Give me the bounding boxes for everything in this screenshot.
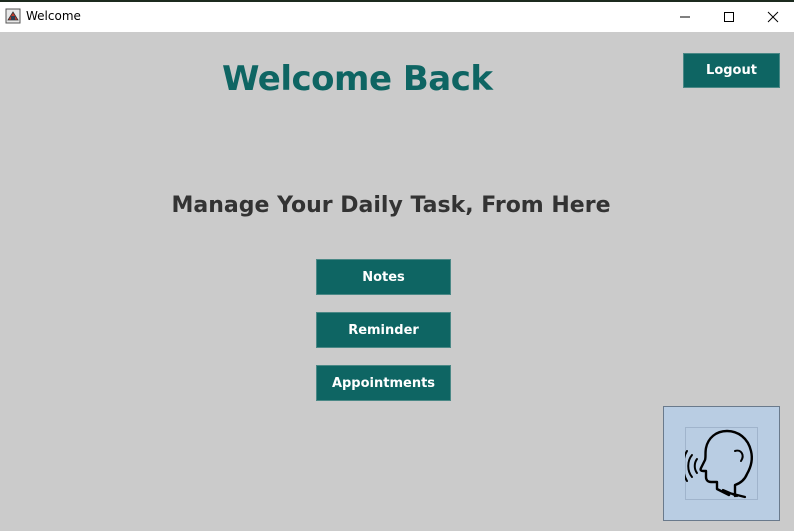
voice-assistant-button[interactable]: [663, 406, 780, 521]
window-title: Welcome: [26, 9, 81, 23]
main-panel: Welcome Back Logout Manage Your Daily Ta…: [0, 32, 794, 531]
title-bar[interactable]: Welcome: [0, 2, 794, 32]
page-subtitle: Manage Your Daily Task, From Here: [171, 193, 611, 218]
maximize-button[interactable]: [706, 2, 752, 32]
maximize-icon: [724, 12, 734, 22]
speaking-head-icon: [685, 427, 758, 500]
java-app-icon: [5, 8, 21, 24]
notes-button[interactable]: Notes: [316, 259, 451, 295]
app-window: Welcome Welcome Back Logout Manage Your …: [0, 0, 794, 531]
appointments-button[interactable]: Appointments: [316, 365, 451, 401]
close-button[interactable]: [750, 2, 794, 32]
close-icon: [767, 11, 779, 23]
minimize-icon: [680, 16, 690, 18]
reminder-button[interactable]: Reminder: [316, 312, 451, 348]
logout-button[interactable]: Logout: [683, 53, 780, 88]
page-title: Welcome Back: [222, 59, 493, 99]
minimize-button[interactable]: [662, 2, 708, 32]
